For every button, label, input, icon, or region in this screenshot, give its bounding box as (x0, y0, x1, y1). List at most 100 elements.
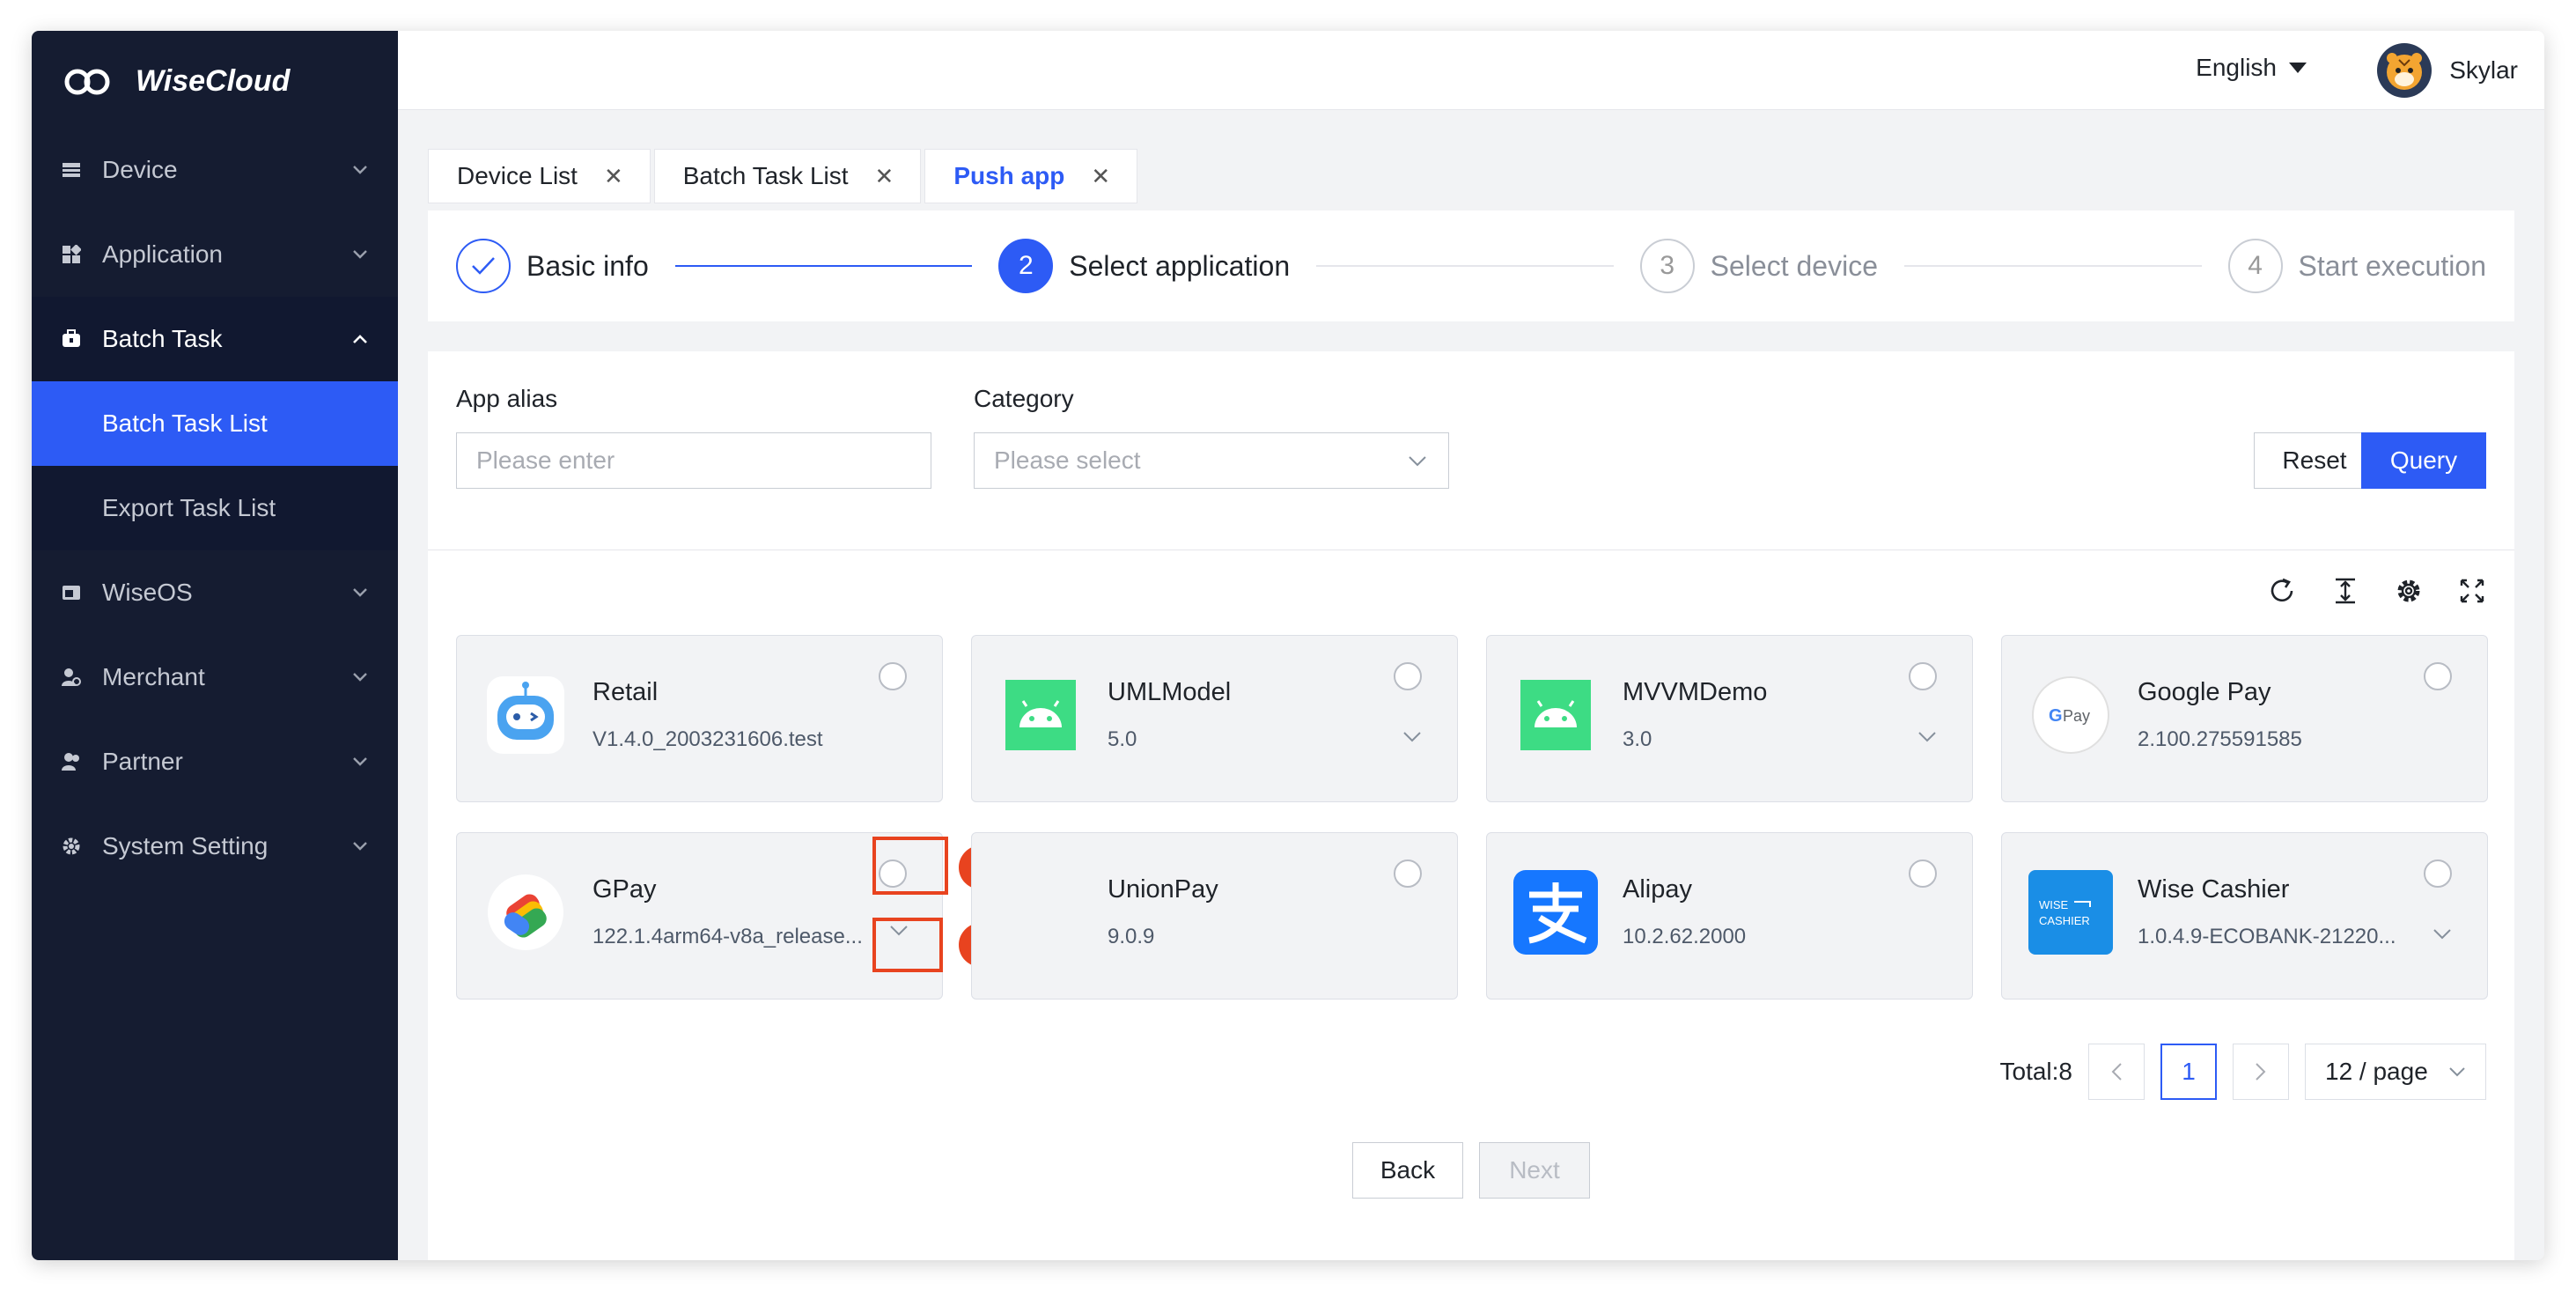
app-version: 10.2.62.2000 (1623, 925, 1747, 948)
prev-page-button[interactable] (2088, 1044, 2145, 1100)
page-size-label: 12 / page (2325, 1058, 2428, 1085)
android-icon (1513, 673, 1598, 757)
step-label: Start execution (2298, 249, 2486, 282)
app-name: Retail (592, 678, 659, 706)
language-label: English (2196, 54, 2277, 81)
chevron-down-icon (353, 588, 367, 597)
app-name: Alipay (1623, 875, 1692, 904)
language-selector[interactable]: English (2196, 54, 2307, 82)
next-page-button[interactable] (2233, 1044, 2289, 1100)
back-button[interactable]: Back (1352, 1142, 1463, 1199)
app-card[interactable]: Alipay 10.2.62.2000 (1486, 832, 1973, 1000)
category-select[interactable]: Please select (974, 432, 1449, 489)
settings-icon[interactable] (2395, 577, 2423, 605)
app-card[interactable]: UnionPay 9.0.9 (971, 832, 1458, 1000)
wiseos-icon (62, 583, 81, 602)
sidebar-subitem-batch-task-list[interactable]: Batch Task List (32, 381, 398, 466)
top-header: English Skylar (398, 31, 2544, 110)
pagination: Total:8 1 12 / page (2000, 1044, 2486, 1100)
app-card[interactable]: GPay 122.1.4arm64-v8a_release... 3 4 (456, 832, 1003, 1000)
app-name: Wise Cashier (2138, 875, 2290, 904)
step-label: Select application (1069, 249, 1291, 282)
app-version: 122.1.4arm64-v8a_release... (592, 925, 863, 948)
step-number: 2 (998, 239, 1054, 293)
wise-cashier-icon: WISE CASHIER (2028, 870, 2113, 955)
tab-push-app[interactable]: Push app ✕ (924, 149, 1138, 203)
sidebar-item-label: Partner (102, 748, 183, 775)
reset-button[interactable]: Reset (2254, 432, 2375, 489)
sidebar-item-application[interactable]: Application (32, 212, 398, 297)
version-dropdown-icon[interactable] (2432, 928, 2452, 941)
sidebar-item-merchant[interactable]: Merchant (32, 635, 398, 719)
sidebar-subitem-export-task-list[interactable]: Export Task List (32, 466, 398, 550)
next-button[interactable]: Next (1479, 1142, 1590, 1199)
app-card[interactable]: MVVMDemo 3.0 (1486, 635, 1973, 802)
sidebar-item-label: Application (102, 240, 223, 268)
app-select-radio[interactable] (2424, 662, 2452, 690)
app-select-radio[interactable] (1394, 662, 1422, 690)
caret-down-icon (2289, 63, 2307, 73)
app-select-radio[interactable] (879, 662, 907, 690)
app-alias-input[interactable]: Please enter (456, 432, 931, 489)
chevron-down-icon (353, 842, 367, 851)
app-name: UMLModel (1108, 678, 1232, 706)
step-basic-info: Basic info (456, 239, 649, 293)
sidebar-item-label: Merchant (102, 663, 205, 690)
close-icon[interactable]: ✕ (604, 163, 623, 190)
tab-label: Push app (953, 162, 1065, 189)
app-card[interactable]: UMLModel 5.0 (971, 635, 1458, 802)
step-connector (1316, 265, 1614, 267)
app-card[interactable]: Retail V1.4.0_2003231606.test (456, 635, 943, 802)
annotation-highlight-radio (872, 837, 948, 895)
app-name: UnionPay (1108, 875, 1218, 904)
category-label: Category (974, 385, 1074, 412)
sidebar-item-system-setting[interactable]: System Setting (32, 804, 398, 889)
app-card-grid: Retail V1.4.0_2003231606.test UMLModel 5… (456, 635, 2488, 1000)
close-icon[interactable]: ✕ (875, 163, 894, 190)
app-select-radio[interactable] (2424, 859, 2452, 888)
partner-icon (62, 752, 81, 771)
sidebar-item-batch-task[interactable]: Batch Task (32, 297, 398, 381)
application-icon (62, 245, 81, 264)
page-size-select[interactable]: 12 / page (2305, 1044, 2486, 1100)
chevron-up-icon (353, 335, 367, 343)
app-version: 9.0.9 (1108, 925, 1155, 948)
refresh-icon[interactable] (2268, 577, 2296, 605)
fullscreen-icon[interactable] (2458, 577, 2486, 605)
step-select-device: 3 Select device (1639, 239, 1878, 293)
app-select-radio[interactable] (1394, 859, 1422, 888)
chevron-down-icon (353, 250, 367, 259)
app-select-radio[interactable] (1909, 662, 1937, 690)
tiger-avatar-icon (2387, 53, 2423, 90)
column-height-icon[interactable] (2331, 577, 2359, 605)
user-menu[interactable]: Skylar (2377, 43, 2518, 98)
sidebar-item-partner[interactable]: Partner (32, 719, 398, 804)
check-icon (456, 239, 511, 293)
app-version: 5.0 (1108, 727, 1137, 751)
tab-batch-task-list[interactable]: Batch Task List ✕ (653, 149, 922, 203)
app-version: 3.0 (1623, 727, 1652, 751)
step-start-execution: 4 Start execution (2227, 239, 2486, 293)
step-label: Select device (1710, 249, 1878, 282)
page-number-button[interactable]: 1 (2160, 1044, 2217, 1100)
page-tabs: Device List ✕ Batch Task List ✕ Push app… (398, 110, 2544, 214)
app-card[interactable]: G Pay Google Pay 2.100.275591585 (2001, 635, 2488, 802)
version-dropdown-icon[interactable] (1402, 731, 1422, 743)
merchant-icon (62, 668, 81, 687)
sidebar-item-device[interactable]: Device (32, 128, 398, 212)
step-label: Basic info (526, 249, 649, 282)
query-button[interactable]: Query (2361, 432, 2486, 489)
batch-task-icon (62, 329, 81, 349)
app-card[interactable]: WISE CASHIER Wise Cashier 1.0.4.9-ECOBANK… (2001, 832, 2488, 1000)
version-dropdown-icon[interactable] (1917, 731, 1937, 743)
chevron-left-icon (2111, 1063, 2122, 1081)
app-version: V1.4.0_2003231606.test (592, 727, 823, 751)
sidebar-item-label: Device (102, 156, 178, 183)
close-icon[interactable]: ✕ (1091, 163, 1110, 190)
logo[interactable]: WiseCloud (62, 64, 290, 99)
sidebar-item-wiseos[interactable]: WiseOS (32, 550, 398, 635)
tab-device-list[interactable]: Device List ✕ (428, 149, 651, 203)
tab-label: Batch Task List (682, 162, 849, 189)
app-select-radio[interactable] (1909, 859, 1937, 888)
annotation-highlight-dropdown (872, 918, 943, 972)
